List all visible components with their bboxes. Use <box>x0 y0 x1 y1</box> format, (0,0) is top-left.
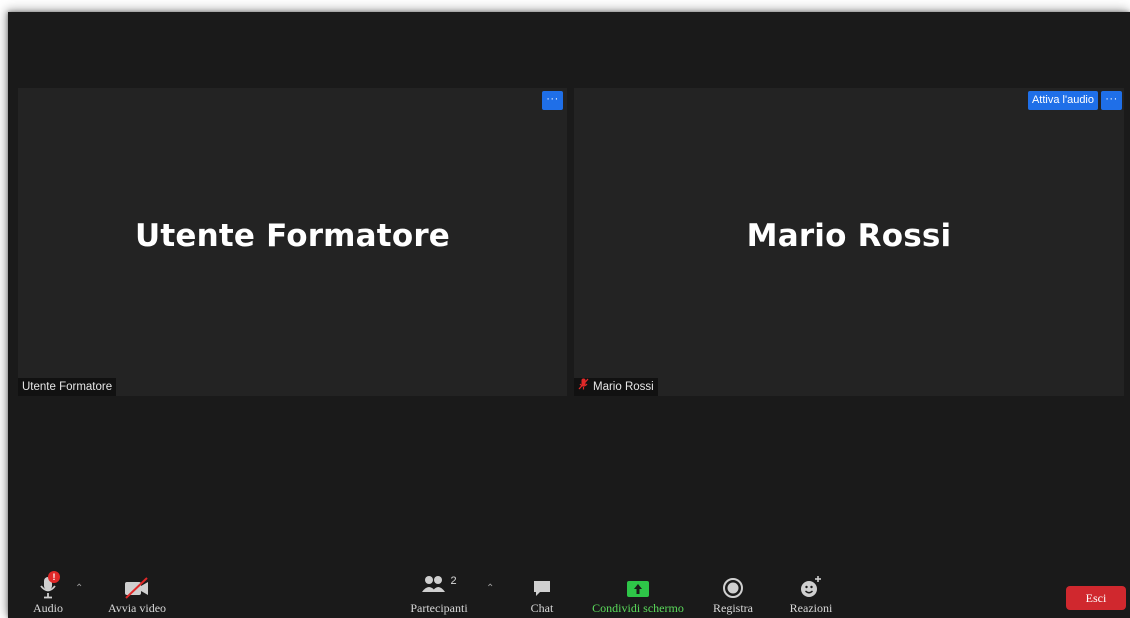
reactions-button[interactable]: Reazioni <box>784 571 838 616</box>
video-tile-mario-rossi[interactable]: Attiva l'audio ··· Mario Rossi Mario Ros… <box>574 88 1124 396</box>
participant-name-tag: Mario Rossi <box>574 378 658 396</box>
participant-name-label: Utente Formatore <box>22 381 113 393</box>
participants-options-chevron-icon[interactable]: ⌃ <box>486 583 494 594</box>
participant-display-name: Utente Formatore <box>134 218 451 254</box>
start-video-label: Avvia video <box>107 601 167 615</box>
video-off-icon <box>123 571 151 599</box>
emoji-add-icon <box>799 571 823 599</box>
microphone-icon: ! <box>39 571 60 599</box>
participants-icon <box>421 574 447 599</box>
participant-name-label: Mario Rossi <box>593 381 654 393</box>
share-screen-button[interactable]: Condividi schermo <box>586 571 690 616</box>
audio-button[interactable]: ! Audio <box>30 571 66 616</box>
audio-label: Audio <box>33 601 63 615</box>
leave-meeting-button[interactable]: Esci <box>1066 586 1126 610</box>
chat-button[interactable]: Chat <box>524 571 560 616</box>
reactions-label: Reazioni <box>789 601 833 615</box>
chat-label: Chat <box>530 601 554 615</box>
participant-name-tag: Utente Formatore <box>18 378 117 396</box>
chat-icon <box>532 571 552 599</box>
unmute-request-button[interactable]: Attiva l'audio <box>1027 91 1098 110</box>
share-screen-label: Condividi schermo <box>592 601 684 615</box>
audio-options-chevron-icon[interactable]: ⌃ <box>75 583 83 594</box>
record-label: Registra <box>713 601 753 615</box>
participant-count: 2 <box>450 575 457 587</box>
share-screen-icon <box>626 571 650 599</box>
video-tile-utente-formatore[interactable]: ··· Utente Formatore Utente Formatore <box>18 88 567 396</box>
meeting-window: ··· Utente Formatore Utente Formatore At… <box>8 12 1130 618</box>
start-video-button[interactable]: Avvia video <box>104 571 170 616</box>
record-icon <box>722 571 744 599</box>
tile-more-button[interactable]: ··· <box>1101 91 1122 110</box>
record-button[interactable]: Registra <box>708 571 758 616</box>
meeting-toolbar: ! Audio ⌃ Avvia video 2 Partecipanti ⌃ C… <box>8 562 1130 618</box>
participants-label: Partecipanti <box>410 601 468 615</box>
mic-muted-icon <box>578 378 589 396</box>
participant-display-name: Mario Rossi <box>746 218 952 254</box>
tile-more-button[interactable]: ··· <box>542 91 563 110</box>
participants-button[interactable]: 2 Partecipanti <box>404 571 474 616</box>
audio-alert-badge: ! <box>48 571 60 583</box>
